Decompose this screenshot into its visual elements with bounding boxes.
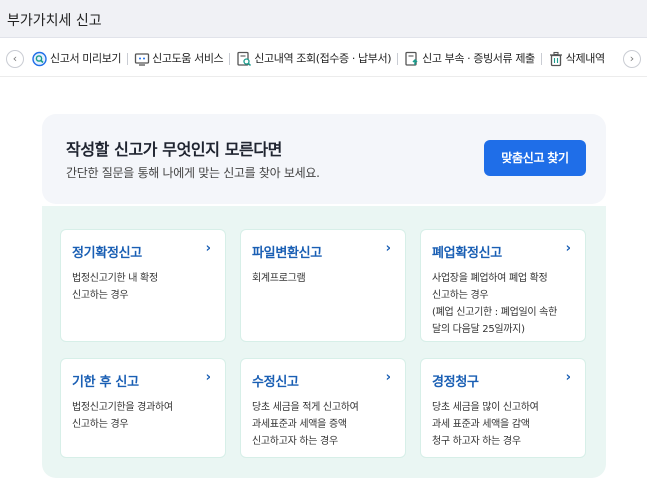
monitor-help-icon — [134, 53, 150, 66]
card-correction-claim[interactable]: 경정청구 › 당초 세금을 많이 신고하여 과세 표준과 세액을 감액 청구 하… — [420, 358, 586, 458]
card-title: 기한 후 신고 — [72, 375, 139, 390]
toolbar-item-attachments[interactable]: 신고 부속 · 증빙서류 제출 — [404, 41, 535, 77]
card-late-report[interactable]: 기한 후 신고 › 법정신고기한을 경과하여 신고하는 경우 — [60, 358, 226, 458]
card-description-line: 신고하는 경우 — [72, 290, 129, 301]
chevron-right-icon: › — [205, 370, 211, 385]
chevron-right-icon: › — [385, 370, 391, 385]
toolbar-item-deleted[interactable]: 삭제내역 — [548, 41, 605, 77]
card-description-line: (폐업 신고기한 : 폐업일이 속한 — [432, 307, 557, 318]
chevron-right-icon: › — [565, 370, 571, 385]
toolbar-divider — [229, 53, 231, 65]
card-description-line: 당초 세금을 많이 신고하여 — [432, 402, 539, 413]
trash-icon — [549, 51, 562, 67]
scroll-left-button[interactable]: ‹ — [6, 50, 24, 68]
card-file-conversion-report[interactable]: 파일변환신고 › 회계프로그램 — [240, 229, 406, 342]
card-description-line: 달의 다음달 25일까지) — [432, 324, 525, 335]
toolbar-divider — [397, 53, 399, 65]
toolbar-item-label: 삭제내역 — [565, 52, 605, 65]
toolbar: ‹ 신고서 미리보기 신고도움 서비스 신고내역 조회(접수증 · 납부서) 신… — [0, 41, 647, 77]
toolbar-items: 신고서 미리보기 신고도움 서비스 신고내역 조회(접수증 · 납부서) 신고 … — [32, 41, 618, 77]
banner-description: 간단한 질문을 통해 나에게 맞는 신고를 찾아 보세요. — [66, 166, 320, 180]
doc-search-icon — [237, 51, 252, 67]
banner-title: 작성할 신고가 무엇인지 모른다면 — [66, 140, 282, 159]
toolbar-item-preview[interactable]: 신고서 미리보기 — [32, 41, 122, 77]
scroll-right-button[interactable]: › — [623, 50, 641, 68]
toolbar-divider — [540, 53, 542, 65]
toolbar-item-help[interactable]: 신고도움 서비스 — [134, 41, 224, 77]
window-titlebar: 부가가치세 신고 — [0, 0, 647, 38]
toolbar-item-label: 신고서 미리보기 — [50, 52, 122, 65]
report-type-grid: 정기확정신고 › 법정신고기한 내 확정 신고하는 경우 파일변환신고 › 회계… — [42, 206, 606, 478]
toolbar-item-history[interactable]: 신고내역 조회(접수증 · 납부서) — [236, 41, 391, 77]
chevron-right-icon: › — [385, 241, 391, 256]
card-description-line: 청구 하고자 하는 경우 — [432, 436, 521, 447]
card-title: 파일변환신고 — [252, 246, 322, 261]
toolbar-divider — [127, 53, 129, 65]
recommend-banner: 작성할 신고가 무엇인지 모른다면 간단한 질문을 통해 나에게 맞는 신고를 … — [42, 114, 606, 204]
card-title: 정기확정신고 — [72, 246, 142, 261]
card-title: 경정청구 — [432, 375, 479, 390]
card-description-line: 과세표준과 세액을 증액 — [252, 419, 347, 430]
card-description: 사업장을 폐업하여 폐업 확정 신고하는 경우 (폐업 신고기한 : 폐업일이 … — [432, 270, 582, 338]
window-title: 부가가치세 신고 — [7, 13, 102, 29]
chevron-right-icon: › — [565, 241, 571, 256]
toolbar-item-label: 신고 부속 · 증빙서류 제출 — [422, 52, 535, 65]
card-description-line: 회계프로그램 — [252, 273, 306, 284]
toolbar-item-label: 신고내역 조회(접수증 · 납부서) — [254, 52, 392, 65]
chevron-right-icon: › — [205, 241, 211, 256]
card-description-line: 사업장을 폐업하여 폐업 확정 — [432, 273, 548, 284]
card-description-line: 신고하는 경우 — [72, 419, 129, 430]
magnifier-doc-icon — [32, 51, 47, 67]
card-description: 회계프로그램 — [252, 270, 402, 287]
card-description-line: 과세 표준과 세액을 감액 — [432, 419, 530, 430]
doc-upload-icon — [405, 51, 418, 66]
card-description: 법정신고기한을 경과하여 신고하는 경우 — [72, 399, 222, 433]
card-closure-final-report[interactable]: 폐업확정신고 › 사업장을 폐업하여 폐업 확정 신고하는 경우 (폐업 신고기… — [420, 229, 586, 342]
card-description-line: 신고하고자 하는 경우 — [252, 436, 338, 447]
card-description: 당초 세금을 적게 신고하여 과세표준과 세액을 증액 신고하고자 하는 경우 — [252, 399, 402, 450]
toolbar-item-label: 신고도움 서비스 — [152, 52, 224, 65]
card-regular-final-report[interactable]: 정기확정신고 › 법정신고기한 내 확정 신고하는 경우 — [60, 229, 226, 342]
card-amended-report[interactable]: 수정신고 › 당초 세금을 적게 신고하여 과세표준과 세액을 증액 신고하고자… — [240, 358, 406, 458]
card-title: 폐업확정신고 — [432, 246, 502, 261]
find-custom-report-button[interactable]: 맞춤신고 찾기 — [484, 140, 586, 176]
card-description-line: 법정신고기한을 경과하여 — [72, 402, 173, 413]
card-description-line: 당초 세금을 적게 신고하여 — [252, 402, 359, 413]
card-description: 법정신고기한 내 확정 신고하는 경우 — [72, 270, 222, 304]
card-description-line: 신고하는 경우 — [432, 290, 489, 301]
card-description: 당초 세금을 많이 신고하여 과세 표준과 세액을 감액 청구 하고자 하는 경… — [432, 399, 582, 450]
card-title: 수정신고 — [252, 375, 299, 390]
card-description-line: 법정신고기한 내 확정 — [72, 273, 158, 284]
